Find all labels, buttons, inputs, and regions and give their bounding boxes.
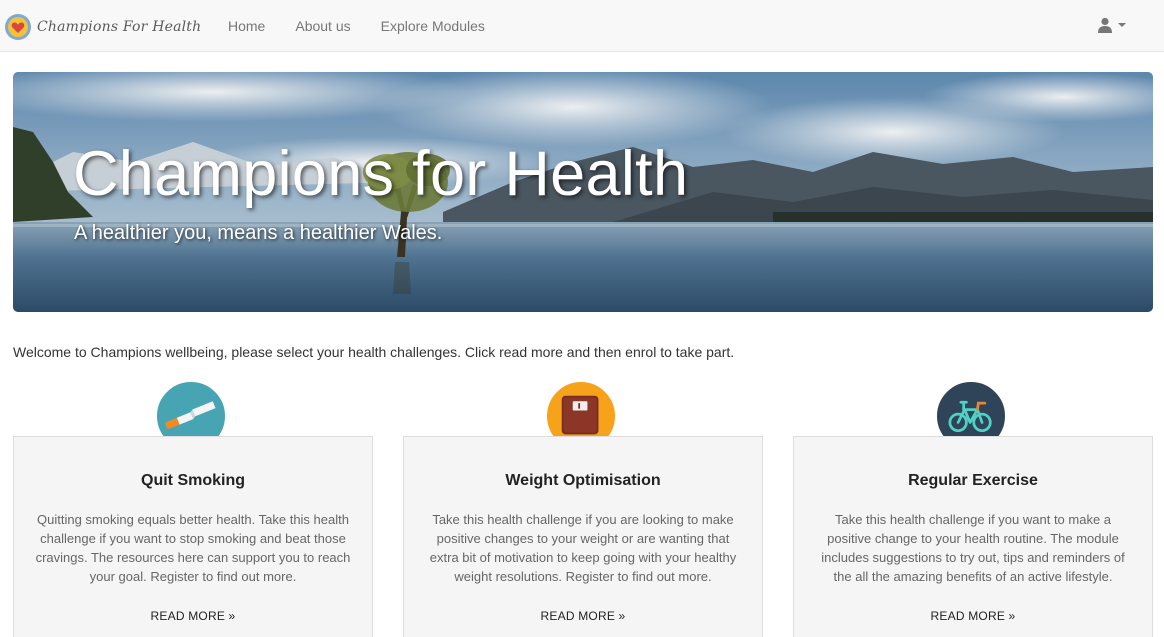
heart-logo-icon: [5, 14, 31, 40]
nav-home[interactable]: Home: [213, 0, 280, 52]
brand-link[interactable]: Champions For Health: [4, 12, 201, 42]
card-title: Weight Optimisation: [505, 472, 661, 489]
user-icon: [1098, 17, 1112, 33]
brand-name: Champions For Health: [37, 19, 202, 35]
main-nav: Home About us Explore Modules: [213, 0, 500, 52]
card-description: Take this health challenge if you want t…: [821, 512, 1125, 584]
card-title: Regular Exercise: [908, 472, 1038, 489]
read-more-link[interactable]: READ MORE »: [404, 609, 762, 623]
hero-title: Champions for Health: [73, 139, 689, 209]
intro-text: Welcome to Champions wellbeing, please s…: [13, 344, 735, 360]
module-card-quit-smoking: Quit Smoking Quitting smoking equals bet…: [13, 436, 373, 637]
card-description: Quitting smoking equals better health. T…: [35, 512, 351, 584]
hero-banner: Champions for Health A healthier you, me…: [13, 72, 1153, 312]
card-description: Take this health challenge if you are lo…: [429, 512, 737, 584]
module-card-weight-optimisation: Weight Optimisation Take this health cha…: [403, 436, 763, 637]
chevron-down-icon: [1118, 23, 1126, 27]
read-more-link[interactable]: READ MORE »: [14, 609, 372, 623]
module-card-regular-exercise: Regular Exercise Take this health challe…: [793, 436, 1153, 637]
nav-about-us[interactable]: About us: [280, 0, 365, 52]
hero-subtitle: A healthier you, means a healthier Wales…: [74, 222, 443, 244]
card-title: Quit Smoking: [141, 472, 245, 489]
read-more-link[interactable]: READ MORE »: [794, 609, 1152, 623]
user-menu-dropdown[interactable]: [1097, 17, 1126, 33]
nav-explore-modules[interactable]: Explore Modules: [366, 0, 500, 52]
navbar: Champions For Health Home About us Explo…: [0, 0, 1164, 52]
